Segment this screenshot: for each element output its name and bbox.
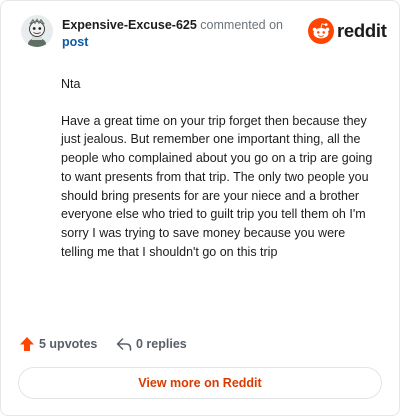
reddit-wordmark: reddit xyxy=(337,20,387,41)
reddit-snoo-icon xyxy=(308,18,334,44)
comment-header: Expensive-Excuse-625 commented on post r… xyxy=(21,15,387,55)
replies-button[interactable]: 0 replies xyxy=(116,334,187,354)
upvote-arrow-icon xyxy=(20,337,34,351)
reply-arrow-icon xyxy=(116,338,132,351)
comment-paragraph: Have a great time on your trip forget th… xyxy=(61,113,373,259)
reddit-logo[interactable]: reddit xyxy=(308,18,387,44)
upvote-count: 5 upvotes xyxy=(39,337,98,351)
reply-count: 0 replies xyxy=(136,337,187,351)
author-name[interactable]: Expensive-Excuse-625 xyxy=(62,18,197,32)
reddit-comment-card: Expensive-Excuse-625 commented on post r… xyxy=(0,0,400,416)
post-link[interactable]: post xyxy=(62,35,88,49)
comment-actions: 5 upvotes 0 replies xyxy=(19,334,319,354)
commented-on-text: commented on xyxy=(200,18,283,32)
comment-paragraph: Nta xyxy=(61,77,81,91)
upvote-button[interactable]: 5 upvotes xyxy=(19,334,97,354)
user-avatar[interactable] xyxy=(21,15,53,47)
comment-meta: Expensive-Excuse-625 commented on post xyxy=(62,17,307,51)
view-more-on-reddit-button[interactable]: View more on Reddit xyxy=(18,367,382,399)
comment-body: Nta Have a great time on your trip forge… xyxy=(61,75,379,279)
